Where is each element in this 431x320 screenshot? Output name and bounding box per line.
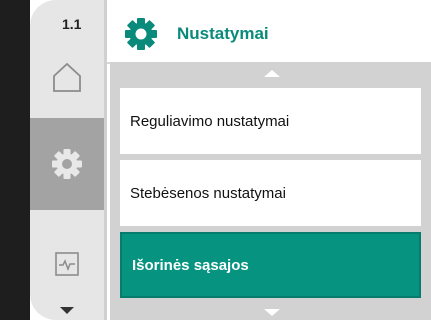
scroll-up-icon[interactable] <box>264 70 280 77</box>
chevron-down-icon <box>60 307 74 314</box>
gear-icon <box>125 18 157 50</box>
menu-item-monitoring-settings[interactable]: Stebėsenos nustatymai <box>120 160 421 226</box>
sidebar: 1.1 <box>30 0 104 320</box>
left-rail <box>0 0 30 320</box>
sidebar-item-settings[interactable] <box>30 118 104 210</box>
sidebar-scroll-down[interactable] <box>30 300 104 320</box>
menu-list: Reguliavimo nustatymai Stebėsenos nustat… <box>110 62 431 320</box>
page-title: Nustatymai <box>177 24 269 43</box>
header: Nustatymai <box>107 0 431 64</box>
menu-number: 1.1 <box>62 16 82 32</box>
menu-item-label: Reguliavimo nustatymai <box>130 112 290 130</box>
scroll-down-icon[interactable] <box>264 309 280 316</box>
menu-item-external-interfaces[interactable]: Išorinės sąsajos <box>120 232 421 298</box>
sidebar-item-home[interactable] <box>30 52 104 102</box>
sidebar-item-diagnostics[interactable] <box>30 240 104 288</box>
diagnostics-icon <box>55 252 79 276</box>
menu-item-label: Stebėsenos nustatymai <box>130 184 286 202</box>
gear-icon <box>52 149 82 179</box>
menu-item-label: Išorinės sąsajos <box>132 256 249 274</box>
home-icon <box>53 62 81 92</box>
menu-item-regulation-settings[interactable]: Reguliavimo nustatymai <box>120 88 421 154</box>
